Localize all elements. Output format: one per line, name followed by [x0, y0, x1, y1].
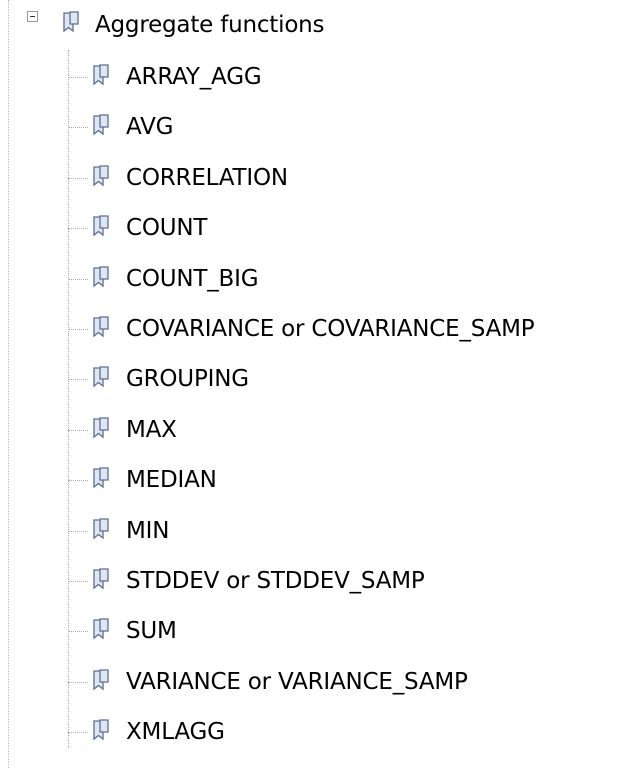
tree-node-label: COUNT: [126, 215, 208, 242]
tree-node-count-big[interactable]: COUNT_BIG: [0, 252, 623, 302]
tree-node-label: Aggregate functions: [95, 12, 325, 38]
tree-node-label: COVARIANCE or COVARIANCE_SAMP: [126, 316, 535, 342]
tree-node-max[interactable]: MAX: [0, 403, 623, 453]
tree-node-correlation[interactable]: CORRELATION: [0, 151, 623, 201]
tree-node-label: MEDIAN: [126, 467, 217, 494]
tree-node-median[interactable]: MEDIAN: [0, 453, 623, 503]
tree-node-aggregate-functions[interactable]: Aggregate functions: [0, 0, 623, 50]
tree-node-label: MIN: [126, 517, 170, 544]
tree-node-grouping[interactable]: GROUPING: [0, 352, 623, 402]
tree-node-stddev-or-stddev-samp[interactable]: STDDEV or STDDEV_SAMP: [0, 554, 623, 604]
tree-node-sum[interactable]: SUM: [0, 604, 623, 654]
tree-connector-line: [68, 581, 88, 582]
topic-tree: Aggregate functions ARRAY_AGG AVG CORRELAT…: [0, 0, 623, 768]
tree-connector-line: [68, 631, 88, 633]
book-icon: [92, 517, 110, 540]
tree-connector-line: [68, 379, 88, 381]
tree-connector-line: [68, 429, 88, 431]
book-icon: [92, 165, 110, 187]
book-icon: [92, 467, 110, 489]
tree-connector-line: [68, 278, 88, 280]
tree-node-label: COUNT_BIG: [126, 265, 259, 292]
book-icon: [92, 618, 110, 640]
book-icon: [62, 11, 80, 33]
book-icon: [92, 669, 110, 691]
tree-node-label: XMLAGG: [126, 719, 225, 746]
book-icon: [92, 265, 110, 288]
book-icon: [92, 114, 110, 136]
tree-node-label: AVG: [126, 114, 174, 141]
tree-node-label: STDDEV or STDDEV_SAMP: [126, 568, 425, 594]
tree-node-label: ARRAY_AGG: [126, 64, 262, 90]
book-icon: [92, 568, 110, 590]
tree-connector-line: [68, 732, 88, 734]
tree-node-min[interactable]: MIN: [0, 504, 623, 554]
tree-node-label: MAX: [126, 416, 177, 443]
book-icon: [92, 719, 110, 741]
tree-node-label: VARIANCE or VARIANCE_SAMP: [126, 668, 468, 695]
tree-node-label: CORRELATION: [126, 164, 288, 191]
tree-connector-line: [68, 127, 88, 129]
book-icon: [92, 64, 110, 86]
tree-node-variance-or-variance-samp[interactable]: VARIANCE or VARIANCE_SAMP: [0, 655, 623, 705]
tree-node-array-agg[interactable]: ARRAY_AGG: [0, 50, 623, 100]
tree-node-avg[interactable]: AVG: [0, 100, 623, 150]
tree-node-count[interactable]: COUNT: [0, 201, 623, 251]
book-icon: [92, 417, 110, 439]
collapse-toggle-icon[interactable]: [27, 11, 38, 22]
tree-node-label: GROUPING: [126, 366, 249, 393]
book-icon: [92, 215, 110, 237]
book-icon: [92, 316, 110, 338]
tree-node-label: SUM: [126, 618, 177, 645]
tree-node-xmlagg[interactable]: XMLAGG: [0, 705, 623, 755]
tree-node-covariance-or-covariance-samp[interactable]: COVARIANCE or COVARIANCE_SAMP: [0, 302, 623, 352]
tree-connector-line: [68, 530, 88, 532]
tree-connector-line: [68, 329, 88, 330]
tree-connector-line: [68, 77, 88, 78]
tree-connector-line: [68, 228, 88, 230]
tree-connector-line: [68, 480, 88, 482]
tree-connector-line: [68, 681, 88, 683]
book-icon: [92, 366, 110, 388]
tree-connector-line: [68, 177, 88, 179]
